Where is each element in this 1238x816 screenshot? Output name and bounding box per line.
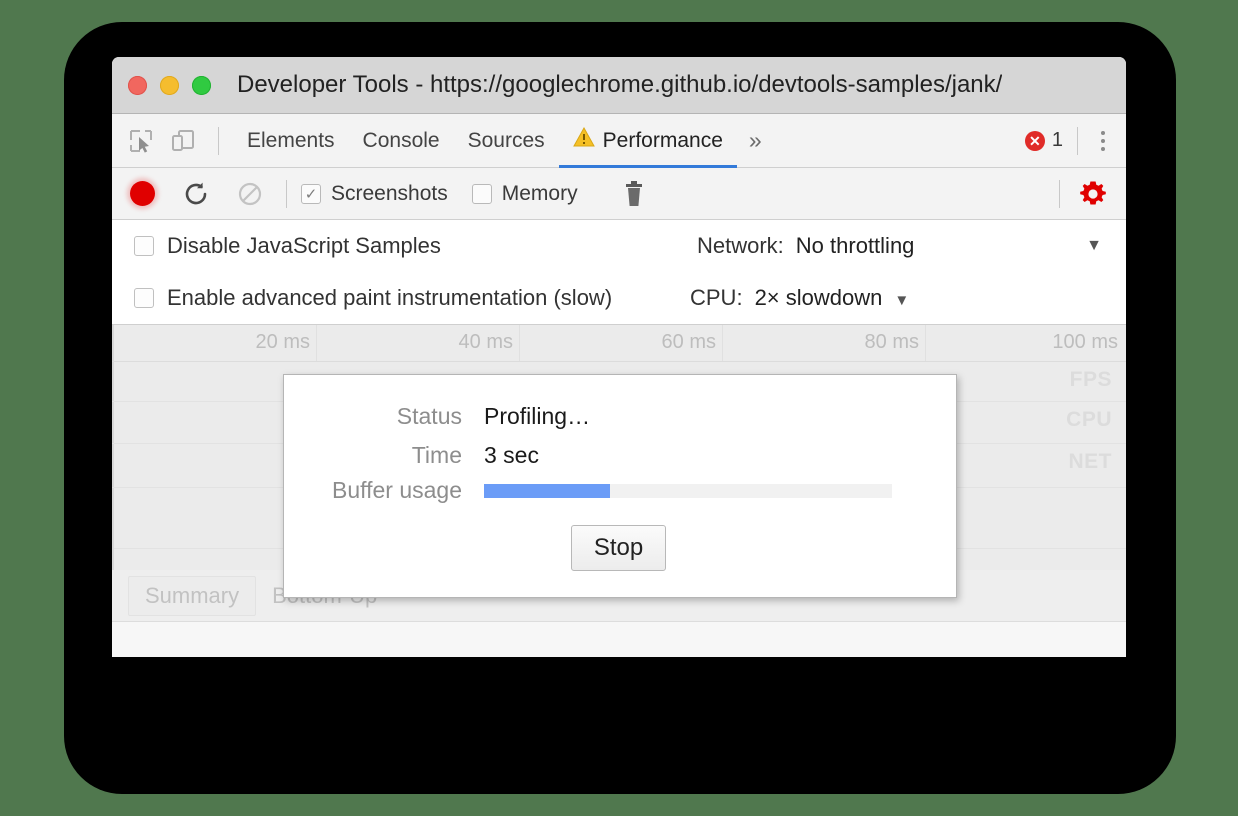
screenshots-checkbox[interactable]: ✓ Screenshots [301, 182, 448, 206]
status-value: Profiling… [484, 403, 591, 429]
buffer-usage-row: Buffer usage [284, 477, 892, 504]
disable-js-samples-row[interactable]: Disable JavaScript Samples [134, 220, 1108, 272]
warning-triangle-icon [572, 114, 595, 168]
network-value: No throttling [795, 233, 915, 258]
reload-and-record-icon[interactable] [182, 180, 210, 208]
disable-js-samples-checkbox[interactable] [134, 236, 154, 256]
gear-icon[interactable] [1078, 179, 1108, 209]
memory-label: Memory [501, 181, 578, 205]
ruler-tick: 80 ms [864, 331, 919, 353]
buffer-usage-progressbar [484, 483, 892, 498]
minimize-window-button[interactable] [160, 75, 179, 95]
screenshots-label: Screenshots [331, 181, 448, 205]
time-row: Time 3 sec [284, 442, 539, 469]
error-badge[interactable]: ✕ 1 [1024, 129, 1063, 152]
cpu-throttling-control[interactable]: CPU: 2× slowdown ▼ [690, 272, 909, 324]
capture-settings-pane: Disable JavaScript Samples Network: No t… [112, 220, 1126, 325]
advanced-paint-label: Enable advanced paint instrumentation (s… [167, 285, 613, 310]
ruler-gridline [519, 325, 520, 361]
network-label: Network: [697, 233, 784, 258]
tab-performance-label: Performance [602, 128, 723, 152]
details-tab-summary[interactable]: Summary [128, 575, 257, 616]
tab-performance[interactable]: Performance [558, 114, 738, 168]
time-label: Time [411, 442, 462, 468]
tab-overflow-button[interactable]: » [737, 127, 774, 154]
timeline-track-fps-label: FPS [1069, 368, 1112, 391]
ruler-tick: 100 ms [1052, 331, 1118, 353]
tabbar-right-divider [1077, 126, 1078, 155]
network-dropdown-caret-icon[interactable]: ▼ [1086, 220, 1102, 272]
tabbar-right-group: ✕ 1 [1024, 126, 1126, 155]
status-label: Status [396, 403, 462, 429]
ruler-tick: 20 ms [255, 331, 310, 353]
ruler-gridline [316, 325, 317, 361]
tab-sources[interactable]: Sources [454, 114, 559, 168]
window-titlebar: Developer Tools - https://googlechrome.g… [112, 57, 1126, 114]
error-icon: ✕ [1024, 130, 1045, 151]
toolbar-right-divider [1059, 179, 1060, 208]
ruler-tick: 60 ms [661, 331, 716, 353]
screenshots-checkbox-box: ✓ [301, 183, 321, 204]
time-value: 3 sec [484, 442, 539, 468]
buffer-usage-label: Buffer usage [331, 477, 462, 503]
cpu-value: 2× slowdown [754, 285, 883, 310]
ruler-gridline [722, 325, 723, 361]
tab-console[interactable]: Console [349, 114, 454, 168]
close-window-button[interactable] [128, 75, 147, 95]
details-pane [112, 622, 1126, 657]
advanced-paint-row[interactable]: Enable advanced paint instrumentation (s… [134, 272, 1108, 324]
devtools-window: Developer Tools - https://googlechrome.g… [112, 57, 1126, 657]
disable-js-samples-label: Disable JavaScript Samples [167, 233, 441, 258]
ruler-tick: 40 ms [458, 331, 513, 353]
window-title: Developer Tools - https://googlechrome.g… [237, 71, 1003, 98]
record-button[interactable] [130, 181, 155, 206]
capture-settings-group [1059, 179, 1108, 209]
inspect-element-icon[interactable] [126, 126, 156, 156]
tabbar-divider [218, 126, 219, 155]
memory-checkbox[interactable]: Memory [471, 181, 578, 206]
devtools-tabbar: Elements Console Sources Performance » ✕… [112, 114, 1126, 168]
performance-toolbar: ✓ Screenshots Memory [112, 168, 1126, 220]
maximize-window-button[interactable] [192, 75, 211, 95]
cpu-label: CPU: [690, 285, 743, 310]
status-row: Status Profiling… [284, 403, 590, 430]
memory-checkbox-box [471, 183, 492, 204]
stop-button[interactable]: Stop [571, 525, 666, 571]
ruler-gridline [925, 325, 926, 361]
kebab-menu-icon[interactable] [1092, 128, 1114, 154]
advanced-paint-checkbox[interactable] [134, 288, 154, 308]
timeline-track-net-label: NET [1068, 450, 1112, 473]
toolbar-divider [286, 179, 287, 208]
network-throttling-control[interactable]: Network: No throttling [697, 220, 914, 272]
cpu-dropdown-caret-icon[interactable]: ▼ [894, 292, 909, 309]
clear-recording-icon[interactable] [236, 180, 264, 208]
timeline-track-cpu-label: CPU [1066, 408, 1112, 431]
buffer-usage-progress-fill [484, 483, 611, 498]
tab-elements[interactable]: Elements [233, 114, 349, 168]
trash-icon[interactable] [620, 179, 648, 209]
timeline-ruler: 20 ms 40 ms 60 ms 80 ms 100 ms [112, 325, 1126, 362]
recording-progress-dialog: Status Profiling… Time 3 sec Buffer usag… [283, 374, 957, 598]
device-toolbar-icon[interactable] [168, 126, 198, 156]
error-count: 1 [1051, 129, 1063, 151]
